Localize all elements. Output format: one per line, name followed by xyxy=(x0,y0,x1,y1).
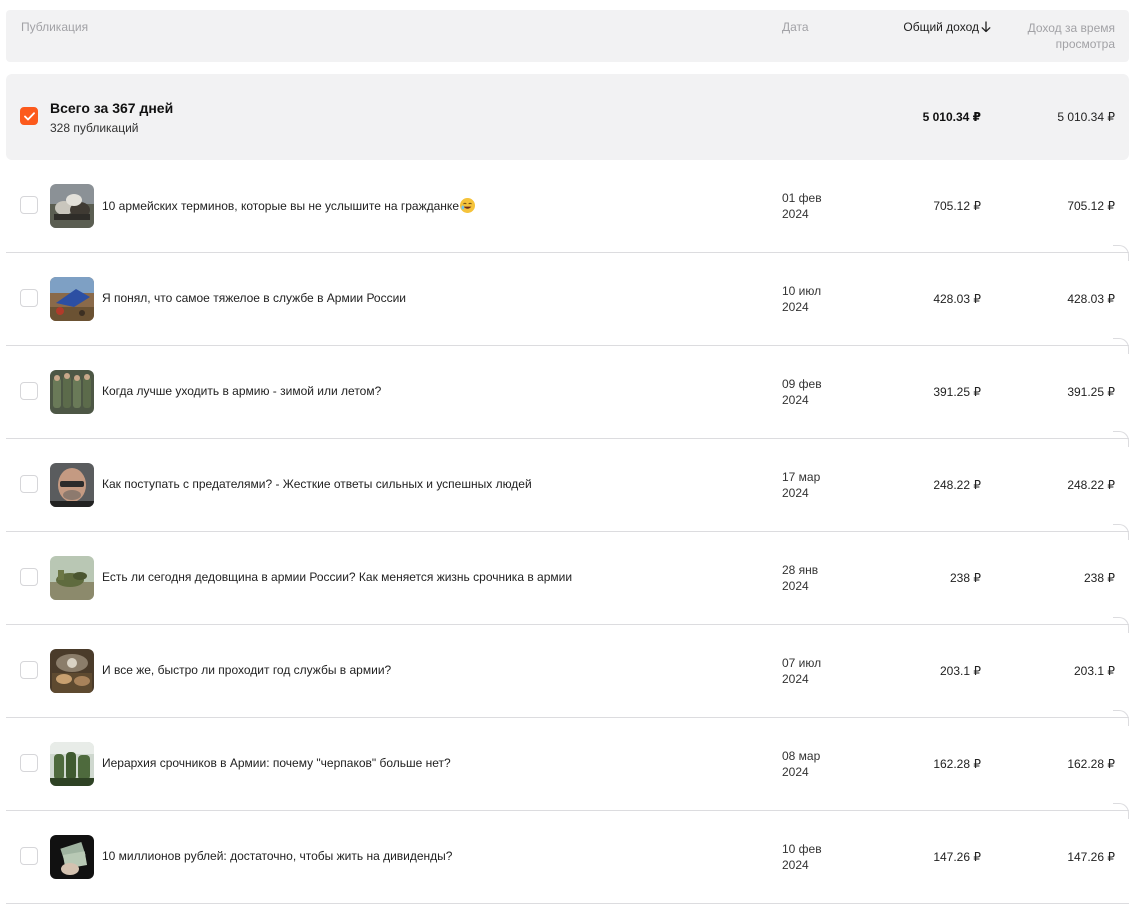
publication-date-day: 08 мар xyxy=(782,749,821,763)
row-checkbox[interactable] xyxy=(20,847,38,865)
publication-title[interactable]: 10 миллионов рублей: достаточно, чтобы ж… xyxy=(102,849,452,863)
publication-date: 09 фев 2024 xyxy=(782,376,822,408)
row-view-income: 391.25 ₽ xyxy=(1067,385,1115,399)
row-checkbox[interactable] xyxy=(20,475,38,493)
summary-view-income: 5 010.34 ₽ xyxy=(1057,110,1115,124)
row-view-income: 248.22 ₽ xyxy=(1067,478,1115,492)
summary-total-income: 5 010.34 ₽ xyxy=(922,110,981,124)
grinning-sweat-emoji-icon xyxy=(460,198,475,213)
publication-date-day: 28 янв xyxy=(782,563,819,577)
publication-date-year: 2024 xyxy=(782,207,809,221)
publication-thumbnail xyxy=(50,742,94,786)
publication-title[interactable]: 10 армейских терминов, которые вы не усл… xyxy=(102,198,475,213)
column-header-date[interactable]: Дата xyxy=(782,20,809,34)
publication-thumbnail xyxy=(50,835,94,879)
row-checkbox[interactable] xyxy=(20,382,38,400)
check-icon xyxy=(24,112,35,121)
row-view-income: 147.26 ₽ xyxy=(1067,850,1115,864)
row-checkbox[interactable] xyxy=(20,196,38,214)
publication-title[interactable]: Как поступать с предателями? - Жесткие о… xyxy=(102,477,532,491)
table-row[interactable]: Есть ли сегодня дедовщина в армии России… xyxy=(6,532,1129,633)
publication-thumbnail xyxy=(50,649,94,693)
row-checkbox[interactable] xyxy=(20,568,38,586)
column-header-publication[interactable]: Публикация xyxy=(21,20,88,34)
column-header-total-income-label: Общий доход xyxy=(903,20,979,34)
publication-thumbnail xyxy=(50,370,94,414)
row-view-income: 238 ₽ xyxy=(1084,571,1115,585)
row-total-income: 203.1 ₽ xyxy=(940,664,981,678)
publication-title[interactable]: И все же, быстро ли проходит год службы … xyxy=(102,663,391,677)
publication-date-year: 2024 xyxy=(782,393,809,407)
publication-date: 01 фев 2024 xyxy=(782,190,822,222)
publication-date-year: 2024 xyxy=(782,300,809,314)
publication-thumbnail xyxy=(50,184,94,228)
publication-date: 28 янв 2024 xyxy=(782,562,818,594)
summary-publication-count: 328 публикаций xyxy=(50,121,139,135)
publication-date: 08 мар 2024 xyxy=(782,748,820,780)
row-total-income: 428.03 ₽ xyxy=(933,292,981,306)
publication-date: 07 июл 2024 xyxy=(782,655,821,687)
row-total-income: 162.28 ₽ xyxy=(933,757,981,771)
table-row[interactable]: Иерархия срочников в Армии: почему "черп… xyxy=(6,718,1129,819)
row-view-income: 705.12 ₽ xyxy=(1067,199,1115,213)
row-total-income: 391.25 ₽ xyxy=(933,385,981,399)
row-checkbox[interactable] xyxy=(20,661,38,679)
table-row[interactable]: Когда лучше уходить в армию - зимой или … xyxy=(6,346,1129,447)
select-all-checkbox[interactable] xyxy=(20,107,38,125)
summary-title: Всего за 367 дней xyxy=(50,100,174,116)
publication-thumbnail xyxy=(50,463,94,507)
publication-date-year: 2024 xyxy=(782,858,809,872)
publication-date-day: 10 июл xyxy=(782,284,822,298)
publication-title[interactable]: Иерархия срочников в Армии: почему "черп… xyxy=(102,756,451,770)
publication-date-day: 17 мар xyxy=(782,470,821,484)
publication-date-day: 07 июл xyxy=(782,656,822,670)
publication-title[interactable]: Я понял, что самое тяжелое в службе в Ар… xyxy=(102,291,406,305)
arrow-down-icon xyxy=(981,21,991,33)
publication-date-day: 01 фев xyxy=(782,191,822,205)
publication-date-day: 09 фев xyxy=(782,377,822,391)
publication-date-year: 2024 xyxy=(782,486,809,500)
publications-table: Публикация Дата Общий доход Доход за вре… xyxy=(6,10,1129,904)
column-header-view-income[interactable]: Доход за время просмотра xyxy=(1005,20,1115,52)
publication-date-year: 2024 xyxy=(782,672,809,686)
table-header: Публикация Дата Общий доход Доход за вре… xyxy=(6,10,1129,62)
row-checkbox[interactable] xyxy=(20,289,38,307)
table-row[interactable]: Я понял, что самое тяжелое в службе в Ар… xyxy=(6,253,1129,354)
table-row[interactable]: 10 армейских терминов, которые вы не усл… xyxy=(6,160,1129,261)
row-view-income: 162.28 ₽ xyxy=(1067,757,1115,771)
row-total-income: 248.22 ₽ xyxy=(933,478,981,492)
row-checkbox[interactable] xyxy=(20,754,38,772)
row-view-income: 428.03 ₽ xyxy=(1067,292,1115,306)
publication-date-year: 2024 xyxy=(782,579,809,593)
table-row[interactable]: Как поступать с предателями? - Жесткие о… xyxy=(6,439,1129,540)
publication-thumbnail xyxy=(50,556,94,600)
publication-thumbnail xyxy=(50,277,94,321)
row-total-income: 705.12 ₽ xyxy=(933,199,981,213)
row-total-income: 147.26 ₽ xyxy=(933,850,981,864)
publication-date: 17 мар 2024 xyxy=(782,469,820,501)
table-row[interactable]: 10 миллионов рублей: достаточно, чтобы ж… xyxy=(6,811,1129,904)
publication-date-day: 10 фев xyxy=(782,842,822,856)
row-total-income: 238 ₽ xyxy=(950,571,981,585)
publication-title[interactable]: Есть ли сегодня дедовщина в армии России… xyxy=(102,570,572,584)
publication-date: 10 фев 2024 xyxy=(782,841,822,873)
table-row[interactable]: И все же, быстро ли проходит год службы … xyxy=(6,625,1129,726)
column-header-total-income[interactable]: Общий доход xyxy=(903,20,991,34)
publication-date: 10 июл 2024 xyxy=(782,283,821,315)
summary-row: Всего за 367 дней 328 публикаций 5 010.3… xyxy=(6,74,1129,160)
publication-date-year: 2024 xyxy=(782,765,809,779)
row-view-income: 203.1 ₽ xyxy=(1074,664,1115,678)
publication-title[interactable]: Когда лучше уходить в армию - зимой или … xyxy=(102,384,381,398)
